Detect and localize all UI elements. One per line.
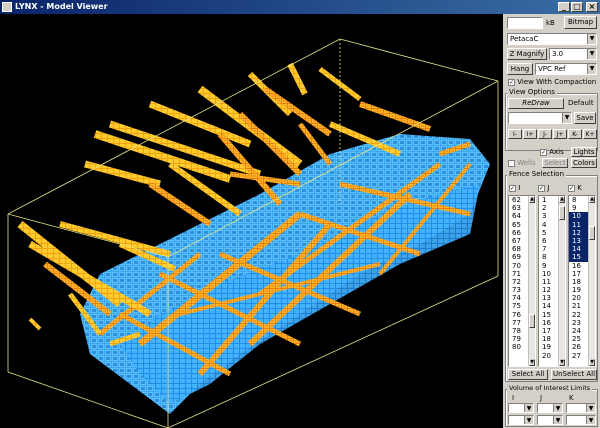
model-select-value: PetacaC — [510, 35, 539, 43]
z-magnify-label: Z Magnify — [507, 48, 547, 60]
hang-select[interactable]: VPC Ref ▼ — [535, 63, 597, 75]
z-magnify-value: 3.0 — [552, 50, 564, 58]
voxel-strip — [263, 86, 332, 137]
voi-j-min-select[interactable]: ▼ — [537, 403, 563, 413]
redraw-button[interactable]: ReDraw — [508, 98, 564, 109]
fence-k-checkbox[interactable]: ✓ K — [568, 184, 582, 192]
step-j-plus-button[interactable]: J+ — [553, 129, 567, 139]
chevron-down-icon: ▼ — [587, 49, 596, 59]
checkbox-checked-icon: ✓ — [568, 184, 575, 192]
voi-title: Volume of Interest Limits — [507, 384, 593, 392]
axis-label: Axis — [549, 148, 564, 156]
scroll-up-icon[interactable]: ▲ — [529, 196, 535, 203]
maximize-button[interactable]: □ — [571, 2, 583, 12]
voxel-strip — [358, 101, 432, 132]
fence-k-label: K — [577, 184, 582, 192]
scroll-up-icon[interactable]: ▲ — [589, 196, 595, 203]
voi-i-label: I — [512, 394, 515, 402]
fence-i-list[interactable]: 62 63 64 65 66 67 68 69 70 71 72 73 74 75 76 77 78 79 80 ▲… — [508, 195, 536, 367]
checkbox-checked-icon: ✓ — [540, 148, 547, 156]
model-select[interactable]: PetacaC ▼ — [507, 33, 597, 45]
scroll-thumb[interactable] — [589, 226, 595, 240]
save-button[interactable]: Save — [574, 112, 596, 124]
default-label[interactable]: Default — [568, 99, 594, 108]
fence-j-scrollbar[interactable]: ▲ ▼ — [558, 196, 565, 366]
wells-checkbox[interactable]: Wells — [508, 159, 536, 168]
checkbox-checked-icon: ✓ — [538, 184, 545, 192]
step-i-minus-button[interactable]: I- — [508, 129, 522, 139]
voxel-strip — [84, 160, 161, 188]
kb-label: kB — [546, 19, 555, 27]
voxel-layer — [17, 62, 490, 414]
z-magnify-select[interactable]: 3.0 ▼ — [549, 48, 597, 60]
chevron-down-icon: ▼ — [587, 64, 596, 74]
chevron-down-icon: ▼ — [553, 404, 562, 412]
step-k-minus-button[interactable]: K- — [568, 129, 582, 139]
scroll-up-icon[interactable]: ▲ — [559, 196, 565, 203]
voi-i-max-select[interactable]: ▼ — [508, 415, 534, 425]
voi-j-max-select[interactable]: ▼ — [537, 415, 563, 425]
fence-selection-title: Fence Selection — [507, 170, 567, 178]
scroll-down-icon[interactable]: ▼ — [559, 359, 565, 366]
step-k-plus-button[interactable]: K+ — [583, 129, 597, 139]
voi-k-label: K — [569, 394, 574, 402]
scroll-down-icon[interactable]: ▼ — [589, 359, 595, 366]
fence-i-checkbox[interactable]: ✓ I — [509, 184, 520, 192]
fence-k-scrollbar[interactable]: ▲ ▼ — [588, 196, 595, 366]
voi-k-max-select[interactable]: ▼ — [566, 415, 596, 425]
voi-k-min-select[interactable]: ▼ — [566, 403, 596, 413]
chevron-down-icon: ▼ — [524, 416, 533, 424]
minimize-button[interactable]: _ — [558, 2, 570, 12]
unselect-all-button[interactable]: UnSelect All — [551, 369, 597, 380]
voxel-strip — [287, 62, 308, 96]
chevron-down-icon: ▼ — [586, 416, 595, 424]
chevron-down-icon: ▼ — [562, 113, 571, 123]
app-icon — [2, 2, 12, 12]
scroll-thumb[interactable] — [529, 314, 535, 328]
fence-i-label: I — [518, 184, 521, 192]
checkbox-checked-icon: ✓ — [509, 184, 516, 192]
voxel-strip — [28, 317, 42, 331]
chevron-down-icon: ▼ — [553, 416, 562, 424]
control-panel: kB Bitmap PetacaC ▼ Z Magnify 3.0 ▼ Hang… — [503, 14, 600, 428]
bitmap-button[interactable]: Bitmap — [564, 16, 597, 29]
view-options-title: View Options — [507, 88, 557, 96]
view-with-compaction-label: View With Compaction — [517, 78, 597, 86]
fence-j-label: J — [547, 184, 550, 192]
hang-value: VPC Ref — [538, 65, 566, 73]
fence-i-scrollbar[interactable]: ▲ ▼ — [528, 196, 535, 366]
model-viewport[interactable] — [0, 14, 503, 428]
step-i-plus-button[interactable]: I+ — [523, 129, 537, 139]
voxel-strip — [59, 221, 171, 257]
colors-button[interactable]: Colors — [571, 158, 597, 168]
fence-k-list[interactable]: 8 9 10 11 12 13 14 15 16 17 18 19 20 21 22 23 24 25 26 27 ▲… — [568, 195, 596, 367]
chevron-down-icon: ▼ — [524, 404, 533, 412]
voi-i-min-select[interactable]: ▼ — [508, 403, 534, 413]
view-preset-select[interactable]: ▼ — [508, 112, 572, 124]
checkbox-checked-icon: ✓ — [508, 78, 515, 86]
lights-button[interactable]: Lights — [571, 147, 597, 157]
checkbox-icon — [508, 159, 515, 167]
view-with-compaction-checkbox[interactable]: ✓ View With Compaction — [508, 78, 596, 87]
scroll-down-icon[interactable]: ▼ — [529, 359, 535, 366]
axis-checkbox[interactable]: ✓ Axis — [540, 148, 564, 157]
fence-j-list[interactable]: 1 2 3 4 5 6 7 8 9 10 11 12 13 14 15 16 17 18 19 20 ▲ ▼ — [538, 195, 566, 367]
voi-j-label: J — [540, 394, 543, 402]
reservoir-model-render — [7, 38, 499, 428]
title-bar: LYNX - Model Viewer _ □ × — [0, 0, 600, 14]
window-title: LYNX - Model Viewer — [15, 2, 108, 11]
wells-label: Wells — [517, 159, 536, 167]
select-all-button[interactable]: Select All — [508, 369, 548, 380]
hang-label: Hang — [507, 63, 533, 75]
fence-j-checkbox[interactable]: ✓ J — [538, 184, 549, 192]
chevron-down-icon: ▼ — [586, 404, 595, 412]
scroll-thumb[interactable] — [559, 206, 565, 220]
close-button[interactable]: × — [586, 2, 598, 12]
size-readout — [507, 17, 543, 29]
chevron-down-icon: ▼ — [587, 34, 596, 44]
select-button[interactable]: Select — [542, 158, 568, 168]
step-j-minus-button[interactable]: J- — [538, 129, 552, 139]
